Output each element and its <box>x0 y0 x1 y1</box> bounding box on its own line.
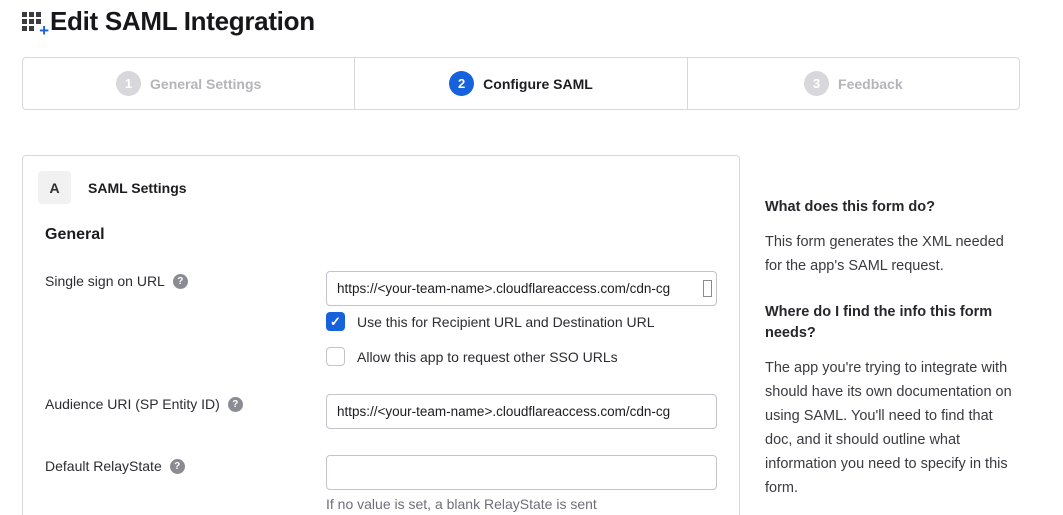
step-configure-saml[interactable]: 2 Configure SAML <box>354 58 686 109</box>
section-title: SAML Settings <box>88 180 187 196</box>
sso-url-input[interactable] <box>326 271 717 306</box>
audience-uri-input[interactable] <box>326 394 717 429</box>
recipient-url-checkbox[interactable]: ✓ <box>326 312 345 331</box>
step-2-label: Configure SAML <box>483 76 593 92</box>
sso-url-help-icon[interactable]: ? <box>173 274 188 289</box>
relay-state-hint: If no value is set, a blank RelayState i… <box>326 496 597 512</box>
step-2-number-badge: 2 <box>449 71 474 96</box>
step-1-number-badge: 1 <box>116 71 141 96</box>
audience-uri-label: Audience URI (SP Entity ID) ? <box>45 396 243 412</box>
help-section-what: What does this form do? This form genera… <box>765 197 1013 278</box>
step-1-label: General Settings <box>150 76 261 92</box>
help-section-where: Where do I find the info this form needs… <box>765 302 1013 500</box>
group-title-general: General <box>45 226 105 244</box>
help-sidebar: What does this form do? This form genera… <box>765 197 1013 500</box>
help-body-where: The app you're trying to integrate with … <box>765 356 1013 500</box>
help-heading-where: Where do I find the info this form needs… <box>765 302 1013 344</box>
sso-url-input-wrap <box>326 271 717 306</box>
help-heading-what: What does this form do? <box>765 197 1013 218</box>
help-body-what: This form generates the XML needed for t… <box>765 230 1013 278</box>
step-feedback[interactable]: 3 Feedback <box>687 58 1019 109</box>
section-badge-a: A <box>38 171 71 204</box>
step-3-label: Feedback <box>838 76 903 92</box>
page-header: + Edit SAML Integration <box>22 6 315 37</box>
other-sso-urls-checkbox-label: Allow this app to request other SSO URLs <box>357 349 618 365</box>
relay-state-label-text: Default RelayState <box>45 458 162 474</box>
audience-uri-help-icon[interactable]: ? <box>228 397 243 412</box>
audience-uri-label-text: Audience URI (SP Entity ID) <box>45 396 220 412</box>
other-sso-urls-checkbox-row[interactable]: Allow this app to request other SSO URLs <box>326 347 618 366</box>
step-general-settings[interactable]: 1 General Settings <box>23 58 354 109</box>
sso-url-label: Single sign on URL ? <box>45 273 188 289</box>
relay-state-label: Default RelayState ? <box>45 458 185 474</box>
saml-settings-panel: A SAML Settings General Single sign on U… <box>22 155 740 515</box>
wizard-stepper: 1 General Settings 2 Configure SAML 3 Fe… <box>22 57 1020 110</box>
other-sso-urls-checkbox[interactable] <box>326 347 345 366</box>
page-title: Edit SAML Integration <box>50 6 315 37</box>
edit-saml-integration-page: + Edit SAML Integration 1 General Settin… <box>0 0 1063 515</box>
recipient-url-checkbox-row[interactable]: ✓ Use this for Recipient URL and Destina… <box>326 312 655 331</box>
relay-state-input[interactable] <box>326 455 717 490</box>
relay-state-help-icon[interactable]: ? <box>170 459 185 474</box>
sso-url-label-text: Single sign on URL <box>45 273 165 289</box>
plus-icon: + <box>39 22 49 39</box>
recipient-url-checkbox-label: Use this for Recipient URL and Destinati… <box>357 314 655 330</box>
app-grid-add-icon: + <box>22 10 46 34</box>
step-3-number-badge: 3 <box>804 71 829 96</box>
